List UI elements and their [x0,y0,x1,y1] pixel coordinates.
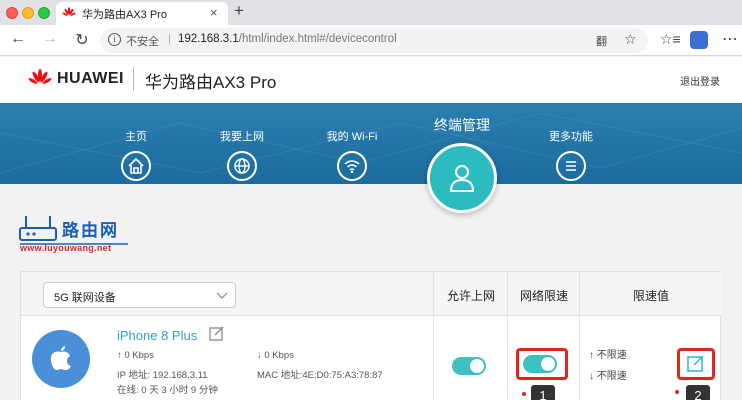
column-divider [507,272,508,400]
tab-close-icon[interactable]: × [210,5,218,20]
device-filter-select[interactable]: 5G 联网设备 [43,282,236,308]
ip-address: IP 地址: 192.168.3.11 [117,370,208,381]
nav-more[interactable]: 更多功能 [531,103,611,181]
huawei-logo-icon [28,69,52,84]
speed-limit-toggle[interactable] [523,355,557,373]
logout-link[interactable]: 退出登录 [680,73,720,88]
nav-terminal-label[interactable]: 终端管理 [402,115,522,135]
tab-title: 华为路由AX3 Pro [82,9,167,21]
device-table: 5G 联网设备 允许上网 网络限速 限速值 iPhone 8 Plus ↑ 0 … [20,271,722,400]
info-icon[interactable]: i [108,33,121,46]
translate-icon[interactable]: 翻 [596,33,607,49]
nav-wifi[interactable]: 我的 Wi-Fi [312,103,392,181]
browser-toolbar: ← → ↻ i 不安全 | 192.168.3.1/html/index.htm… [0,25,742,56]
column-limit-value: 限速值 [632,289,669,303]
window-minimize-button[interactable] [22,7,34,19]
favorite-star-icon[interactable]: ☆ [624,31,637,48]
terminal-management-button[interactable] [427,143,497,213]
download-speed: ↓ 0 Kbps [257,350,294,361]
device-name: iPhone 8 Plus [117,328,198,343]
watermark-title: 路由网 [62,221,119,240]
nav-home[interactable]: 主页 [96,103,176,181]
limit-download-value: ↓ 不限速 [589,371,627,382]
header-divider [133,67,134,91]
router-header: HUAWEI 华为路由AX3 Pro 退出登录 [0,57,742,103]
allow-internet-toggle[interactable] [452,357,486,375]
chevron-down-icon [216,292,228,299]
url-text[interactable]: 192.168.3.1/html/index.html#/devicecontr… [178,33,397,45]
menu-icon [556,151,586,181]
mac-address: MAC 地址:4E:D0:75:A3:78:87 [257,370,383,381]
globe-icon [227,151,257,181]
browser-tab[interactable]: 华为路由AX3 Pro × [56,2,228,25]
edit-name-icon[interactable] [209,325,225,341]
security-label: 不安全 [126,36,159,48]
nav-home-label: 主页 [125,131,147,143]
limit-upload-value: ↑ 不限速 [589,350,627,361]
watermark-url: www.luyouwang.net [20,243,112,253]
url-separator: | [168,33,171,45]
annotation-marker-1: 1 [531,385,555,400]
annotation-marker-2: 2 [686,385,710,400]
url-host: 192.168.3.1 [178,33,239,45]
profile-avatar-icon[interactable] [690,31,708,49]
forward-button[interactable]: → [40,30,60,48]
address-bar[interactable]: i 不安全 | 192.168.3.1/html/index.html#/dev… [100,28,648,53]
table-header: 5G 联网设备 允许上网 网络限速 限速值 [21,272,722,316]
apple-icon [50,346,71,370]
back-button[interactable]: ← [8,30,28,48]
nav-wifi-label: 我的 Wi-Fi [326,131,378,143]
edit-limit-icon[interactable] [687,354,705,372]
column-divider [579,272,580,400]
collections-icon[interactable]: ☆≡ [660,31,681,48]
marker-dot-1 [522,392,526,396]
reload-button[interactable]: ↻ [72,30,92,50]
brand-name: HUAWEI [57,70,124,87]
wifi-icon [337,151,367,181]
column-allow-internet: 允许上网 [446,289,495,303]
new-tab-button[interactable]: + [234,1,244,21]
browser-tab-bar: 华为路由AX3 Pro × + [0,0,742,25]
column-speed-limit: 网络限速 [519,289,568,303]
nav-banner: 主页 我要上网 我的 Wi-Fi 更多功能 [0,103,742,184]
apple-device-avatar [32,330,90,388]
nav-internet[interactable]: 我要上网 [202,103,282,181]
filter-value: 5G 联网设备 [54,292,116,304]
nav-internet-label: 我要上网 [220,131,264,143]
home-icon [121,151,151,181]
upload-speed: ↑ 0 Kbps [117,350,154,361]
huawei-favicon-icon [62,7,76,16]
product-title: 华为路由AX3 Pro [145,73,277,92]
marker-dot-2 [675,390,679,394]
nav-more-label: 更多功能 [549,131,593,143]
window-zoom-button[interactable] [38,7,50,19]
user-icon [449,165,475,192]
window-close-button[interactable] [6,7,18,19]
column-divider [433,272,434,400]
url-path: /html/index.html#/devicecontrol [238,33,397,45]
more-menu-icon[interactable]: ⋯ [722,29,738,49]
online-duration: 在线: 0 天 3 小时 9 分钟 [117,385,218,396]
